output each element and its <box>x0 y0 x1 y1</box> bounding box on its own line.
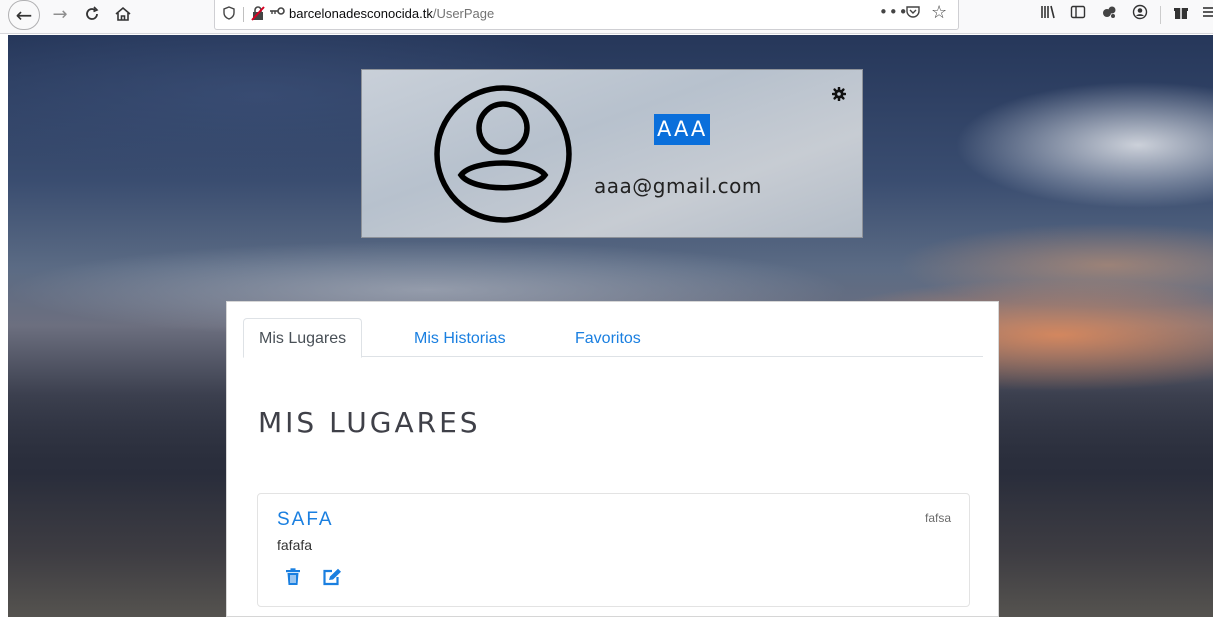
address-bar[interactable]: barcelonadesconocida.tk/UserPage ••• ☆ <box>214 0 959 30</box>
gift-icon[interactable] <box>1173 4 1189 24</box>
edit-icon[interactable] <box>322 568 344 590</box>
extension-icon-svg <box>1103 6 1116 18</box>
tab-mis-historias[interactable]: Mis Historias <box>398 318 522 358</box>
url-host: barcelonadesconocida.tk <box>289 6 433 21</box>
browser-toolbar: ← → barcelonadesconocida.tk/UserPage •••… <box>0 0 1213 34</box>
section-title: MIS LUGARES <box>258 406 481 439</box>
url-path: /UserPage <box>432 6 495 21</box>
profile-email: aaa@gmail.com <box>594 174 762 198</box>
trash-icon <box>286 568 300 585</box>
profile-name: AAA <box>654 114 711 145</box>
account-icon[interactable] <box>1132 4 1148 24</box>
tab-favoritos[interactable]: Favoritos <box>559 318 657 358</box>
menu-icon-svg <box>1203 7 1213 17</box>
insecure-connection-icon[interactable] <box>251 5 265 25</box>
extension-icon[interactable] <box>1101 4 1117 24</box>
insecure-lock-icon <box>251 6 265 21</box>
pocket-icon[interactable] <box>905 4 921 24</box>
sidebar-icon-svg <box>1070 5 1086 19</box>
library-icon-svg <box>1041 5 1055 19</box>
tab-bar: Mis Lugares Mis Historias Favoritos <box>243 318 983 358</box>
home-icon-svg <box>115 6 131 21</box>
place-card: SAFA fafsa fafafa <box>257 493 970 607</box>
library-icon[interactable] <box>1040 4 1056 24</box>
menu-icon[interactable] <box>1203 4 1213 24</box>
gear-icon <box>831 86 847 102</box>
place-title[interactable]: SAFA <box>277 509 334 531</box>
reload-icon[interactable] <box>80 2 104 26</box>
sidebar-icon[interactable] <box>1070 4 1086 24</box>
key-icon[interactable] <box>269 6 285 19</box>
delete-trash-icon[interactable] <box>285 568 307 590</box>
key-icon-svg <box>270 7 285 15</box>
toolbar-divider <box>1160 6 1161 24</box>
url-text[interactable]: barcelonadesconocida.tk/UserPage <box>289 6 494 21</box>
gift-icon-svg <box>1174 8 1188 19</box>
profile-card: AAA aaa@gmail.com <box>361 69 863 238</box>
reload-icon-svg <box>86 6 99 20</box>
shield-icon <box>223 6 235 20</box>
home-icon[interactable] <box>110 2 136 26</box>
tab-mis-lugares[interactable]: Mis Lugares <box>243 318 363 358</box>
settings-gear-icon[interactable] <box>831 86 847 105</box>
place-meta: fafsa <box>924 511 951 525</box>
pencil-square-icon <box>323 568 341 586</box>
back-arrow-icon[interactable]: ← <box>8 0 40 30</box>
urlbar-separator <box>243 7 244 22</box>
forward-arrow-icon[interactable]: → <box>48 2 72 26</box>
bookmark-star-icon[interactable]: ☆ <box>931 2 947 23</box>
pocket-icon-svg <box>906 6 920 18</box>
account-icon-svg <box>1132 4 1148 20</box>
content-panel: Mis Lugares Mis Historias Favoritos MIS … <box>226 301 999 617</box>
place-description: fafafa <box>277 537 313 553</box>
tracking-shield-icon[interactable] <box>223 6 235 24</box>
user-avatar-icon <box>434 85 572 223</box>
